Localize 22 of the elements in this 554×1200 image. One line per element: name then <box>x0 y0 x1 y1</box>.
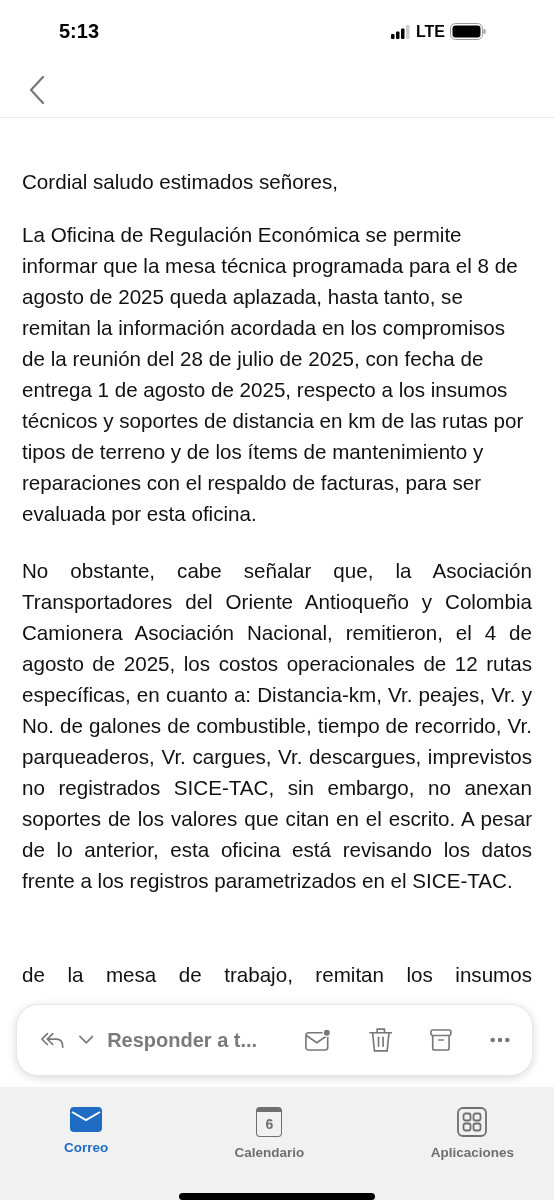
reply-all-icon[interactable] <box>41 1030 65 1051</box>
mail-icon[interactable] <box>305 1027 331 1054</box>
back-icon[interactable] <box>29 76 45 105</box>
apps-icon <box>457 1107 488 1137</box>
signal-icon <box>390 24 411 39</box>
mail-icon <box>70 1107 103 1132</box>
greeting-text: Cordial saludo estimados señores, <box>22 169 339 196</box>
status-time: 5:13 <box>59 20 100 44</box>
archive-icon[interactable] <box>430 1028 452 1053</box>
calendar-icon: 6 <box>256 1107 283 1137</box>
tab[interactable]: 6 Calendario <box>234 1107 305 1160</box>
chevron-down-icon[interactable] <box>78 1035 94 1046</box>
more-icon[interactable] <box>490 1037 510 1044</box>
body-paragraph: No obstante, cabe señalar que, la Asociación Transportadores del Oriente Antioqueño y Colombia Camionera Asociación Nacional, remitieron, el 4 de agosto de 2025, los costos operacionales de 12 rutas específicas, en cuanto a: Distancia-km, Vr. peajes, Vr. y No. de galones de combustible, tiempo de recorrido, Vr. parqueaderos, Vr. cargues, Vr. descargues, imprevistos no registrados SICE-TAC, sin embargo, no anexan soportes de los valores que citan en el escrito. A pesar de lo anterior, esta oficina está revisando los datos frente a los registros parametrizados en el SICE-TAC. <box>22 558 532 895</box>
reply-button[interactable]: Responder a t... <box>107 1028 258 1052</box>
network-label: LTE <box>415 22 445 41</box>
tab[interactable]: Aplicaciones <box>430 1107 514 1160</box>
body-paragraph: La Oficina de Regulación Económica se permite informar que la mesa técnica programada para el 8 de agosto de 2025 queda aplazada, hasta tanto, se remitan la información acordada en los compromisos de la reunión del 28 de julio de 2025, con fecha de entrega 1 de agosto de 2025, respecto a los insumos técnicos y soportes de distancia en km de las rutas por tipos de terreno y de los ítems de mantenimiento y reparaciones con el respaldo de facturas, para ser evaluada por esta oficina. <box>22 222 525 528</box>
trash-icon[interactable] <box>368 1026 393 1055</box>
battery-icon <box>450 23 486 41</box>
body-text-line: de la mesa de trabajo, remitan los insumos <box>22 962 532 989</box>
tab[interactable]: Correo <box>64 1107 109 1160</box>
